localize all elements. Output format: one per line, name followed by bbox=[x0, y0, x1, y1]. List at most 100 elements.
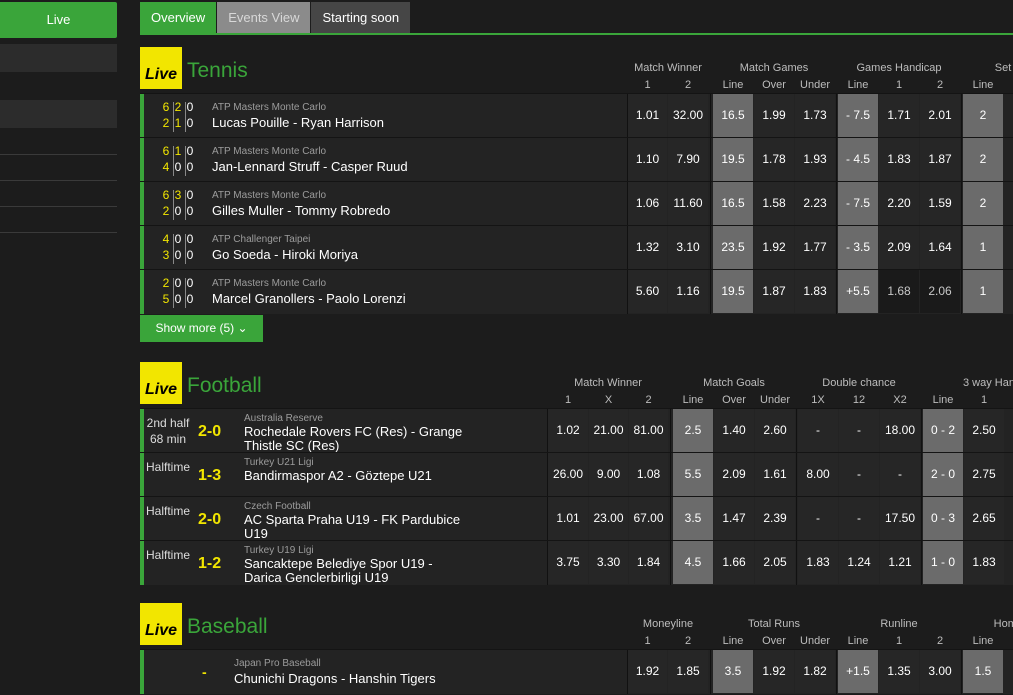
tab-overview[interactable]: Overview bbox=[140, 2, 217, 33]
odds-cell[interactable]: 19.5 bbox=[713, 138, 753, 181]
odds-cell[interactable]: 1.83 bbox=[879, 138, 919, 181]
odds-cell[interactable]: 1.87 bbox=[754, 270, 794, 313]
show-more-button[interactable]: Show more (5) ⌄ bbox=[140, 315, 263, 342]
odds-cell[interactable]: 8.00 bbox=[798, 453, 838, 496]
odds-cell[interactable]: 5.5 bbox=[673, 453, 713, 496]
odds-cell[interactable]: +5.5 bbox=[838, 270, 878, 313]
odds-cell[interactable]: 1 bbox=[963, 270, 1003, 313]
odds-cell[interactable]: 2.5 bbox=[673, 409, 713, 452]
match-teams[interactable]: Marcel Granollers - Paolo Lorenzi bbox=[212, 292, 406, 306]
odds-cell[interactable]: 1.5 bbox=[963, 650, 1003, 693]
odds-cell[interactable]: 1.24 bbox=[839, 541, 879, 584]
odds-cell[interactable]: 1.93 bbox=[795, 138, 835, 181]
odds-cell[interactable]: 4.5 bbox=[673, 541, 713, 584]
match-teams[interactable]: Gilles Muller - Tommy Robredo bbox=[212, 204, 390, 218]
odds-cell[interactable]: 1.01 bbox=[548, 497, 588, 540]
odds-cell[interactable]: 11.60 bbox=[668, 182, 708, 225]
odds-cell[interactable]: 1.02 bbox=[548, 409, 588, 452]
odds-cell[interactable]: - bbox=[839, 409, 879, 452]
odds-cell[interactable]: 23.5 bbox=[713, 226, 753, 269]
odds-cell[interactable]: 1.92 bbox=[628, 650, 667, 693]
odds-cell[interactable]: - 7.5 bbox=[838, 182, 878, 225]
odds-cell[interactable]: 2.06 bbox=[920, 270, 960, 313]
match-teams[interactable]: Jan-Lennard Struff - Casper Ruud bbox=[212, 160, 408, 174]
odds-cell[interactable]: 2.50 bbox=[964, 409, 1004, 452]
odds-cell[interactable]: 3.00 bbox=[920, 650, 960, 693]
odds-cell[interactable]: +1.5 bbox=[838, 650, 878, 693]
odds-cell[interactable]: 16.5 bbox=[713, 182, 753, 225]
odds-cell[interactable]: 1.99 bbox=[754, 94, 794, 137]
odds-cell[interactable]: 1.10 bbox=[628, 138, 667, 181]
odds-cell[interactable]: - bbox=[839, 453, 879, 496]
odds-cell[interactable]: - bbox=[880, 453, 920, 496]
sidebar-live-button[interactable]: Live bbox=[0, 2, 117, 38]
odds-cell[interactable]: - bbox=[798, 497, 838, 540]
odds-cell[interactable]: 1.92 bbox=[754, 650, 794, 693]
odds-cell[interactable]: 1.77 bbox=[795, 226, 835, 269]
sidebar-item[interactable] bbox=[0, 44, 117, 72]
odds-cell[interactable]: 2.09 bbox=[879, 226, 919, 269]
odds-cell[interactable]: 1.83 bbox=[798, 541, 838, 584]
odds-cell[interactable]: 1.83 bbox=[795, 270, 835, 313]
odds-cell[interactable]: - 4.5 bbox=[838, 138, 878, 181]
match-teams[interactable]: Sancaktepe Belediye Spor U19 - Darica Ge… bbox=[244, 557, 469, 585]
odds-cell[interactable]: 3.5 bbox=[673, 497, 713, 540]
odds-cell[interactable]: 1.82 bbox=[795, 650, 835, 693]
odds-cell[interactable]: 2 bbox=[963, 182, 1003, 225]
odds-cell[interactable]: - 3.5 bbox=[838, 226, 878, 269]
odds-cell[interactable]: 1.08 bbox=[629, 453, 668, 496]
odds-cell[interactable]: 1.32 bbox=[628, 226, 667, 269]
odds-cell[interactable]: 2.60 bbox=[755, 409, 795, 452]
odds-cell[interactable]: 2 bbox=[963, 138, 1003, 181]
odds-cell[interactable]: 17.50 bbox=[880, 497, 920, 540]
match-teams[interactable]: Bandirmaspor A2 - Göztepe U21 bbox=[244, 469, 469, 483]
odds-cell[interactable]: 3.30 bbox=[589, 541, 628, 584]
odds-cell[interactable]: 1.40 bbox=[714, 409, 754, 452]
odds-cell[interactable]: 3.75 bbox=[548, 541, 588, 584]
odds-cell[interactable]: 1.61 bbox=[755, 453, 795, 496]
odds-cell[interactable]: 1.21 bbox=[880, 541, 920, 584]
odds-cell[interactable]: 7.90 bbox=[668, 138, 708, 181]
odds-cell[interactable]: 21.00 bbox=[589, 409, 628, 452]
odds-cell[interactable]: 1.71 bbox=[879, 94, 919, 137]
odds-cell[interactable]: 2.09 bbox=[714, 453, 754, 496]
odds-cell[interactable]: 1.01 bbox=[628, 94, 667, 137]
odds-cell[interactable]: 9.00 bbox=[589, 453, 628, 496]
odds-cell[interactable]: 1.16 bbox=[668, 270, 708, 313]
odds-cell[interactable]: 1.64 bbox=[920, 226, 960, 269]
odds-cell[interactable]: 3.5 bbox=[713, 650, 753, 693]
odds-cell[interactable]: 2.75 bbox=[964, 453, 1004, 496]
odds-cell[interactable]: 81.00 bbox=[629, 409, 668, 452]
odds-cell[interactable]: - bbox=[839, 497, 879, 540]
odds-cell[interactable]: 1.06 bbox=[628, 182, 667, 225]
tab-starting-soon[interactable]: Starting soon bbox=[311, 2, 411, 33]
odds-cell[interactable]: 19.5 bbox=[713, 270, 753, 313]
match-teams[interactable]: Lucas Pouille - Ryan Harrison bbox=[212, 116, 384, 130]
odds-cell[interactable]: 2.01 bbox=[920, 94, 960, 137]
odds-cell[interactable]: 0 - 2 bbox=[923, 409, 963, 452]
odds-cell[interactable]: 16.5 bbox=[713, 94, 753, 137]
odds-cell[interactable]: 1 - 0 bbox=[923, 541, 963, 584]
odds-cell[interactable]: 1.83 bbox=[964, 541, 1004, 584]
odds-cell[interactable]: 1.35 bbox=[879, 650, 919, 693]
odds-cell[interactable]: 1.68 bbox=[879, 270, 919, 313]
odds-cell[interactable]: 2.20 bbox=[879, 182, 919, 225]
match-teams[interactable]: AC Sparta Praha U19 - FK Pardubice U19 bbox=[244, 513, 469, 541]
odds-cell[interactable]: 1.73 bbox=[795, 94, 835, 137]
odds-cell[interactable]: 1.47 bbox=[714, 497, 754, 540]
match-teams[interactable]: Rochedale Rovers FC (Res) - Grange Thist… bbox=[244, 425, 469, 453]
odds-cell[interactable]: 1 bbox=[963, 226, 1003, 269]
odds-cell[interactable]: 1.78 bbox=[754, 138, 794, 181]
odds-cell[interactable]: - bbox=[798, 409, 838, 452]
odds-cell[interactable]: 0 - 3 bbox=[923, 497, 963, 540]
odds-cell[interactable]: 1.59 bbox=[920, 182, 960, 225]
odds-cell[interactable]: 2 - 0 bbox=[923, 453, 963, 496]
odds-cell[interactable]: 5.60 bbox=[628, 270, 667, 313]
odds-cell[interactable]: 3.10 bbox=[668, 226, 708, 269]
odds-cell[interactable]: 1.92 bbox=[754, 226, 794, 269]
odds-cell[interactable]: 18.00 bbox=[880, 409, 920, 452]
odds-cell[interactable]: 26.00 bbox=[548, 453, 588, 496]
odds-cell[interactable]: 1.58 bbox=[754, 182, 794, 225]
odds-cell[interactable]: 32.00 bbox=[668, 94, 708, 137]
odds-cell[interactable]: 2.65 bbox=[964, 497, 1004, 540]
